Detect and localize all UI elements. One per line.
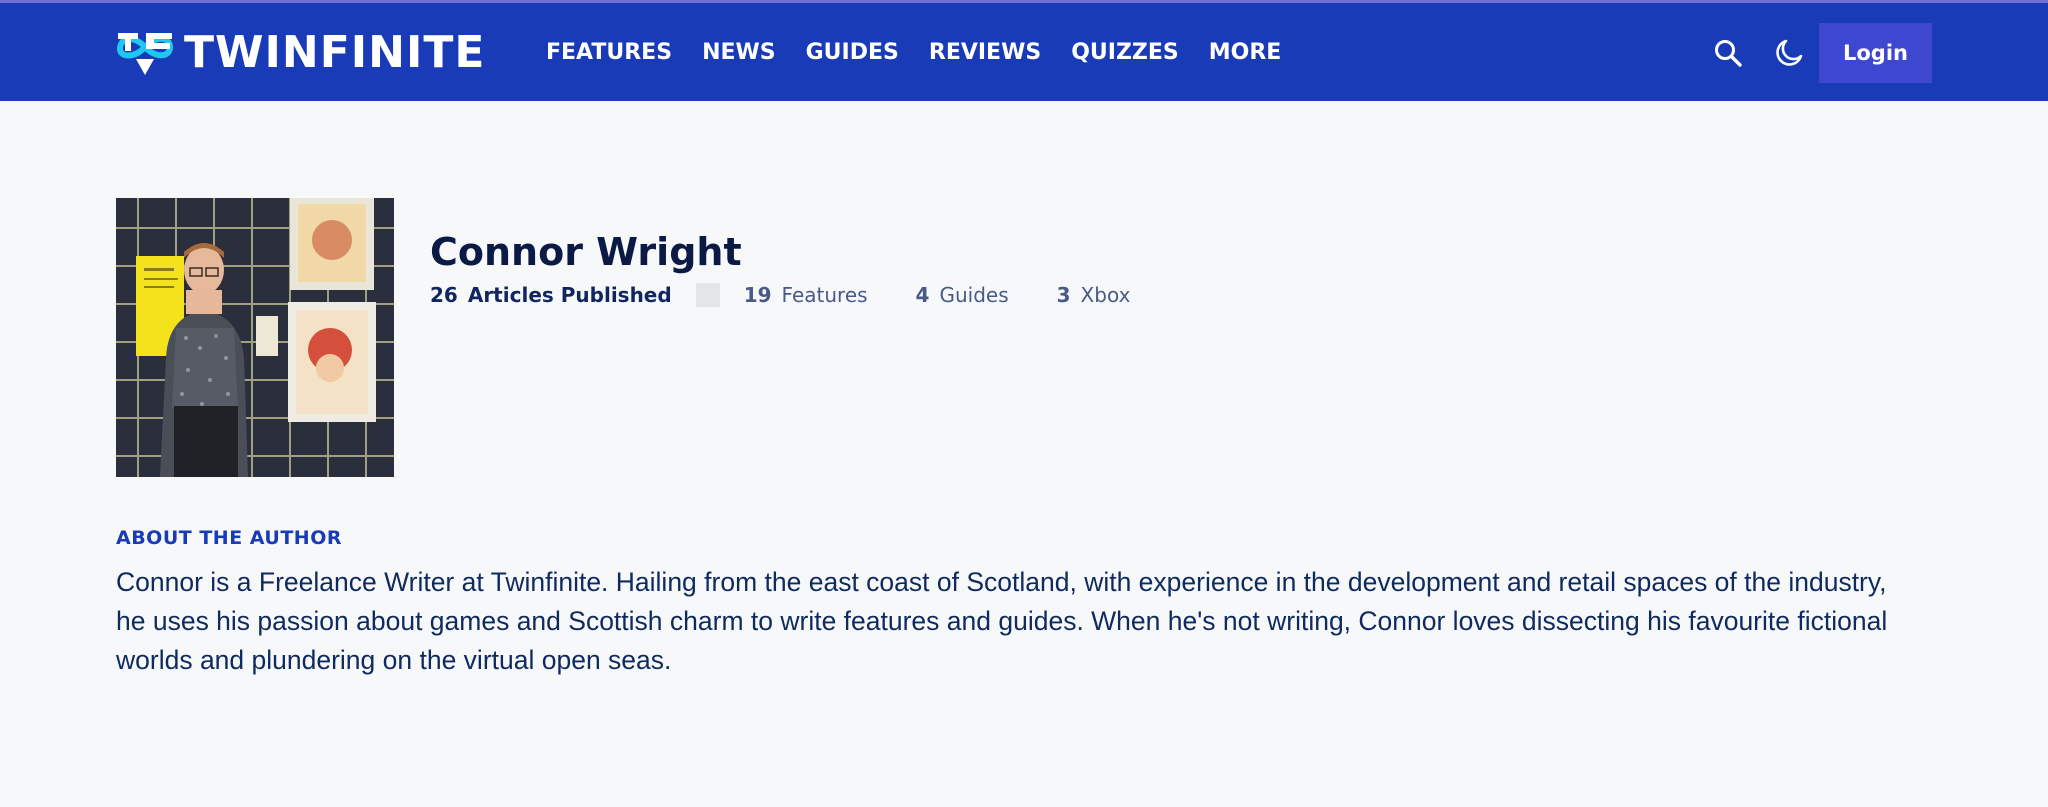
twinfinite-logo-icon <box>116 33 174 75</box>
nav-item-reviews[interactable]: REVIEWS <box>929 39 1041 67</box>
nav-item-guides[interactable]: GUIDES <box>806 39 899 67</box>
stat-count: 3 <box>1056 283 1071 307</box>
stat-label: Features <box>781 283 868 307</box>
site-header: TWINFINITE FEATURES NEWS GUIDES REVIEWS … <box>0 0 2048 101</box>
site-logo[interactable]: TWINFINITE <box>116 29 485 77</box>
author-bio: Connor is a Freelance Writer at Twinfini… <box>116 567 1888 675</box>
stat-guides[interactable]: 4 Guides <box>916 283 1009 307</box>
search-button[interactable] <box>1713 38 1743 68</box>
author-avatar <box>116 198 394 477</box>
stat-label: Xbox <box>1080 283 1131 307</box>
nav-item-quizzes[interactable]: QUIZZES <box>1071 39 1179 67</box>
author-stats: 26 Articles Published 19 Features 4 Guides … <box>430 281 1178 309</box>
nav-item-more[interactable]: MORE <box>1209 39 1282 67</box>
nav-item-features[interactable]: FEATURES <box>546 39 672 67</box>
stat-count: 4 <box>915 283 930 307</box>
stat-label: Guides <box>939 283 1009 307</box>
articles-published: 26 Articles Published <box>430 283 672 307</box>
dark-mode-toggle[interactable] <box>1774 38 1804 68</box>
main-nav: FEATURES NEWS GUIDES REVIEWS QUIZZES MOR… <box>546 39 1311 67</box>
articles-count: 26 <box>430 283 458 307</box>
stats-divider <box>695 283 720 307</box>
logo-wordmark: TWINFINITE <box>184 27 486 78</box>
search-icon <box>1715 40 1742 67</box>
nav-item-news[interactable]: NEWS <box>702 39 776 67</box>
about-heading: ABOUT THE AUTHOR <box>116 527 342 549</box>
moon-icon <box>1776 39 1803 66</box>
stat-features[interactable]: 19 Features <box>744 283 868 307</box>
stat-xbox[interactable]: 3 Xbox <box>1057 283 1131 307</box>
author-name: Connor Wright <box>430 230 742 274</box>
login-button[interactable]: Login <box>1819 23 1932 83</box>
stat-count: 19 <box>743 283 772 307</box>
articles-label: Articles Published <box>467 283 672 307</box>
author-photo <box>116 198 394 477</box>
